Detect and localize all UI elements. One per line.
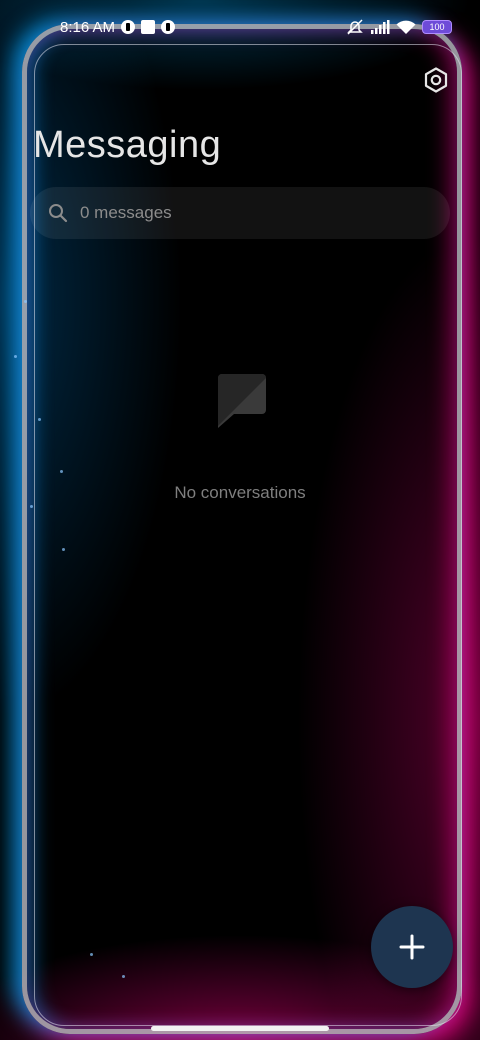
signal-icon [371,20,390,34]
mute-icon [347,19,363,35]
messaging-screen: 8:16 AM 100 Messaging 0 messages No conv… [0,0,480,1040]
gear-icon [424,67,448,93]
search-icon [49,204,68,223]
notification-app-icon [121,20,136,34]
search-input[interactable] [80,203,432,223]
sparkle-dot [90,953,93,956]
sparkle-dot [24,300,27,303]
status-left: 8:16 AM [60,18,176,36]
notification-app-icon [161,20,176,34]
message-bubble-icon [218,374,266,428]
notification-square-icon [141,20,156,34]
page-title: Messaging [33,124,222,166]
sparkle-dot [122,975,125,978]
status-right: 100 [346,19,452,35]
status-bar: 8:16 AM 100 [0,0,480,54]
neon-edge-frame [22,24,462,1034]
sparkle-dot [14,355,17,358]
sparkle-dot [62,548,65,551]
status-time: 8:16 AM [60,18,116,36]
new-conversation-button[interactable] [371,906,453,988]
search-bar[interactable] [30,187,450,239]
wifi-icon [396,20,416,34]
settings-button[interactable] [420,64,452,96]
battery-icon: 100 [422,20,452,34]
plus-icon [399,934,425,960]
empty-state: No conversations [0,372,480,503]
home-indicator[interactable] [151,1026,329,1031]
sparkle-dot [30,505,33,508]
empty-state-text: No conversations [174,483,306,502]
